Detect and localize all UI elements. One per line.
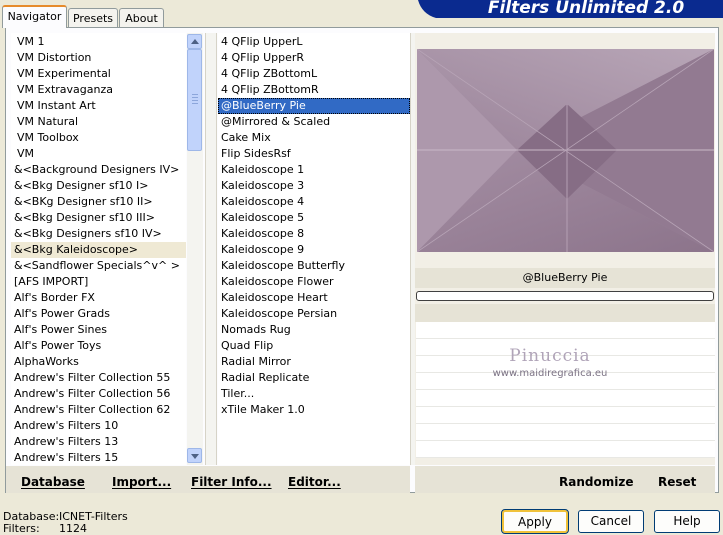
arrow-up-icon	[191, 39, 199, 44]
status-filters-label: Filters:	[3, 522, 40, 535]
category-item[interactable]: Alf's Power Sines	[11, 322, 186, 338]
tab-presets-label: Presets	[72, 12, 114, 25]
tab-presets[interactable]: Presets	[68, 8, 118, 27]
scroll-thumb[interactable]	[187, 49, 202, 151]
help-button-label: Help	[673, 514, 701, 528]
filter-item[interactable]: Kaleidoscope 4	[218, 194, 410, 210]
category-item[interactable]: AlphaWorks	[11, 354, 186, 370]
tab-about-label: About	[125, 12, 158, 25]
category-item[interactable]: &<Bkg Kaleidoscope>	[11, 242, 186, 258]
app-title: Filters Unlimited 2.0	[487, 0, 685, 18]
category-item[interactable]: [AFS IMPORT]	[11, 274, 186, 290]
category-item[interactable]: Andrew's Filters 15	[11, 450, 186, 465]
editor-button[interactable]: Editor...	[288, 474, 341, 490]
filter-item[interactable]: Radial Replicate	[218, 370, 410, 386]
filter-item[interactable]: Radial Mirror	[218, 354, 410, 370]
import-button[interactable]: Import...	[112, 474, 171, 490]
filter-item[interactable]: 4 QFlip UpperL	[218, 34, 410, 50]
filter-name-label: @BlueBerry Pie	[415, 268, 715, 288]
category-item[interactable]: VM Natural	[11, 114, 186, 130]
category-item[interactable]: Alf's Power Toys	[11, 338, 186, 354]
category-item[interactable]: VM Distortion	[11, 50, 186, 66]
filter-item[interactable]: Nomads Rug	[218, 322, 410, 338]
filter-item[interactable]: @BlueBerry Pie	[218, 98, 410, 114]
tab-navigator-label: Navigator	[7, 10, 62, 23]
filter-item[interactable]: 4 QFlip ZBottomR	[218, 82, 410, 98]
filter-item[interactable]: xTile Maker 1.0	[218, 402, 410, 418]
filter-item[interactable]: Cake Mix	[218, 130, 410, 146]
cancel-button-label: Cancel	[590, 514, 632, 528]
arrow-down-icon	[191, 454, 199, 459]
filter-item[interactable]: Flip SidesRsf	[218, 146, 410, 162]
category-item[interactable]: VM	[11, 146, 186, 162]
filter-item[interactable]: 4 QFlip ZBottomL	[218, 66, 410, 82]
preview-image	[417, 49, 714, 252]
parameter-row[interactable]	[416, 424, 715, 441]
help-button[interactable]: Help	[654, 510, 720, 533]
category-item[interactable]: VM 1	[11, 34, 186, 50]
parameter-row[interactable]	[416, 322, 715, 339]
category-list[interactable]: VM 1 VM Distortion VM Experimental VM Extra…	[11, 33, 186, 465]
filter-item[interactable]: Kaleidoscope Butterfly	[218, 258, 410, 274]
category-item[interactable]: Andrew's Filter Collection 56	[11, 386, 186, 402]
status-filters-value: 1124	[59, 522, 87, 535]
filter-item[interactable]: Kaleidoscope 9	[218, 242, 410, 258]
category-item[interactable]: VM Toolbox	[11, 130, 186, 146]
parameter-row[interactable]	[416, 441, 715, 458]
filter-item[interactable]: Quad Flip	[218, 338, 410, 354]
cancel-button[interactable]: Cancel	[578, 510, 644, 533]
scroll-up-button[interactable]	[187, 34, 202, 49]
category-scrollbar[interactable]	[187, 33, 203, 465]
category-item[interactable]: &<Bkg Designer sf10 I>	[11, 178, 186, 194]
category-item[interactable]: &<Bkg Designers sf10 IV>	[11, 226, 186, 242]
category-item[interactable]: &<BKg Designer sf10 II>	[11, 194, 186, 210]
parameter-row[interactable]	[416, 407, 715, 424]
category-item[interactable]: Alf's Border FX	[11, 290, 186, 306]
filter-item[interactable]: Kaleidoscope 3	[218, 178, 410, 194]
category-item[interactable]: VM Experimental	[11, 66, 186, 82]
apply-button[interactable]: Apply	[501, 509, 569, 534]
preview-spacer	[415, 304, 715, 322]
filter-item[interactable]: 4 QFlip UpperR	[218, 50, 410, 66]
apply-button-label: Apply	[518, 515, 552, 529]
filter-info-button[interactable]: Filter Info...	[191, 474, 272, 490]
category-item[interactable]: VM Instant Art	[11, 98, 186, 114]
tab-about[interactable]: About	[119, 8, 164, 27]
filter-item[interactable]: Tiler...	[218, 386, 410, 402]
progress-bar	[416, 291, 714, 301]
category-item[interactable]: Andrew's Filters 10	[11, 418, 186, 434]
category-item[interactable]: Alf's Power Grads	[11, 306, 186, 322]
filter-item[interactable]: Kaleidoscope Persian	[218, 306, 410, 322]
category-item[interactable]: &<Bkg Designer sf10 III>	[11, 210, 186, 226]
parameter-row[interactable]	[416, 390, 715, 407]
scroll-down-button[interactable]	[187, 448, 202, 463]
randomize-button[interactable]: Randomize	[559, 474, 633, 490]
filter-list[interactable]: 4 QFlip UpperL 4 QFlip UpperR 4 QFlip ZBot…	[218, 33, 410, 465]
category-item[interactable]: Andrew's Filters 13	[11, 434, 186, 450]
filter-item[interactable]: Kaleidoscope 8	[218, 226, 410, 242]
reset-button[interactable]: Reset	[658, 474, 696, 490]
watermark-name: Pinuccia	[509, 346, 591, 366]
filter-item[interactable]: Kaleidoscope 1	[218, 162, 410, 178]
filter-item[interactable]: Kaleidoscope 5	[218, 210, 410, 226]
filter-item[interactable]: Kaleidoscope Heart	[218, 290, 410, 306]
category-item[interactable]: &<Sandflower Specials^v^ >	[11, 258, 186, 274]
category-item[interactable]: &<Background Designers IV>	[11, 162, 186, 178]
category-item[interactable]: Andrew's Filter Collection 62	[11, 402, 186, 418]
category-item[interactable]: VM Extravaganza	[11, 82, 186, 98]
category-item[interactable]: Andrew's Filter Collection 55	[11, 370, 186, 386]
filter-item[interactable]: @Mirrored & Scaled	[218, 114, 410, 130]
tab-navigator[interactable]: Navigator	[2, 5, 67, 28]
list-divider	[205, 33, 217, 465]
database-button[interactable]: Database	[21, 474, 85, 490]
filter-item[interactable]: Kaleidoscope Flower	[218, 274, 410, 290]
watermark-url: www.maidiregrafica.eu	[492, 368, 608, 379]
